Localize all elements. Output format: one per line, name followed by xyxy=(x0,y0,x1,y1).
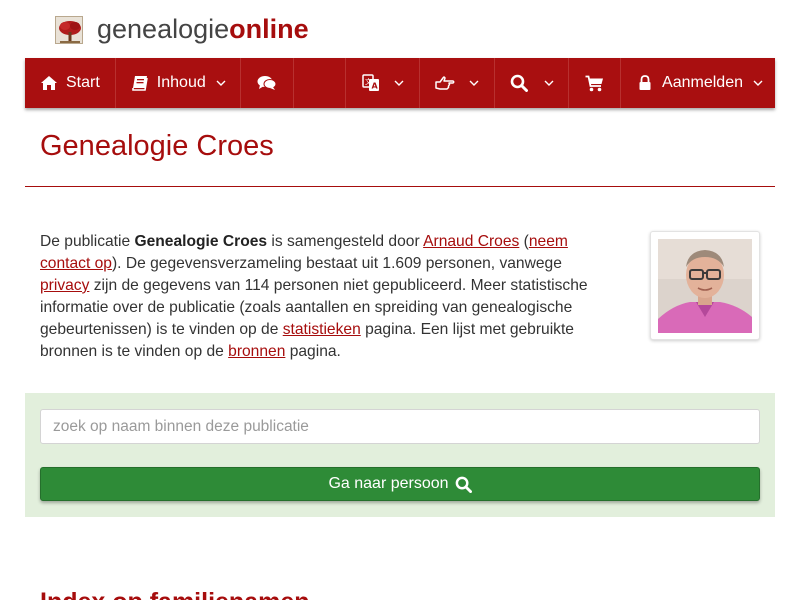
chevron-down-icon xyxy=(216,80,226,87)
search-icon xyxy=(455,476,472,493)
statistics-link[interactable]: statistieken xyxy=(283,321,361,338)
intro-text: ). De gegevensverzameling bestaat uit 1.… xyxy=(111,255,562,272)
intro-text: De publicatie xyxy=(40,233,135,250)
search-icon xyxy=(510,74,529,92)
nav-item-label: Inhoud xyxy=(156,74,206,91)
nav-item-search[interactable] xyxy=(495,58,570,108)
go-to-person-button[interactable]: Ga naar persoon xyxy=(40,467,760,501)
author-link[interactable]: Arnaud Croes xyxy=(423,233,519,250)
nav-item-cart[interactable] xyxy=(569,58,622,108)
nav-item-start[interactable]: Start xyxy=(25,58,116,108)
nav-item-share[interactable] xyxy=(420,58,496,108)
hand-pointer-icon xyxy=(435,75,455,91)
chevron-down-icon xyxy=(753,80,763,87)
tree-logo-icon xyxy=(55,16,83,44)
site-name: genealogieonline xyxy=(97,13,309,44)
comments-icon xyxy=(257,75,277,91)
intro-text: pagina. xyxy=(285,343,341,360)
site-name-bold: online xyxy=(229,13,309,44)
go-button-label: Ga naar persoon xyxy=(328,475,449,492)
author-photo xyxy=(658,239,752,333)
publication-name: Genealogie Croes xyxy=(134,233,268,250)
search-panel: Ga naar persoon xyxy=(25,393,775,517)
nav-item-inhoud[interactable]: Inhoud xyxy=(116,58,241,108)
publication-intro: De publicatie Genealogie Croes is sameng… xyxy=(40,231,610,363)
shopping-cart-icon xyxy=(585,75,604,92)
main-navbar: Start Inhoud 文A Aanmelden xyxy=(25,58,775,108)
page-title: Genealogie Croes xyxy=(40,130,274,162)
author-photo-card[interactable] xyxy=(650,231,760,340)
nav-item-login[interactable]: Aanmelden xyxy=(621,58,775,108)
title-divider xyxy=(25,186,775,187)
nav-item-label: Aanmelden xyxy=(662,74,743,91)
chevron-down-icon xyxy=(394,80,404,87)
privacy-link[interactable]: privacy xyxy=(40,277,89,294)
lock-icon xyxy=(638,75,652,91)
book-icon xyxy=(131,75,149,91)
nav-item-language[interactable]: 文A xyxy=(346,58,421,108)
site-name-plain: genealogie xyxy=(97,13,230,44)
language-icon: 文A xyxy=(362,74,380,92)
site-logo[interactable]: genealogieonline xyxy=(55,14,309,46)
sources-link[interactable]: bronnen xyxy=(228,343,285,360)
home-icon xyxy=(40,75,58,91)
nav-item-forum[interactable] xyxy=(241,58,294,108)
surname-index-heading: Index op familienamen xyxy=(40,588,310,600)
navbar-spacer xyxy=(294,58,347,108)
chevron-down-icon xyxy=(544,80,554,87)
chevron-down-icon xyxy=(469,80,479,87)
intro-text: is samengesteld door xyxy=(267,233,424,250)
svg-text:A: A xyxy=(372,82,379,91)
nav-item-label: Start xyxy=(66,74,100,91)
name-search-input[interactable] xyxy=(40,409,760,444)
